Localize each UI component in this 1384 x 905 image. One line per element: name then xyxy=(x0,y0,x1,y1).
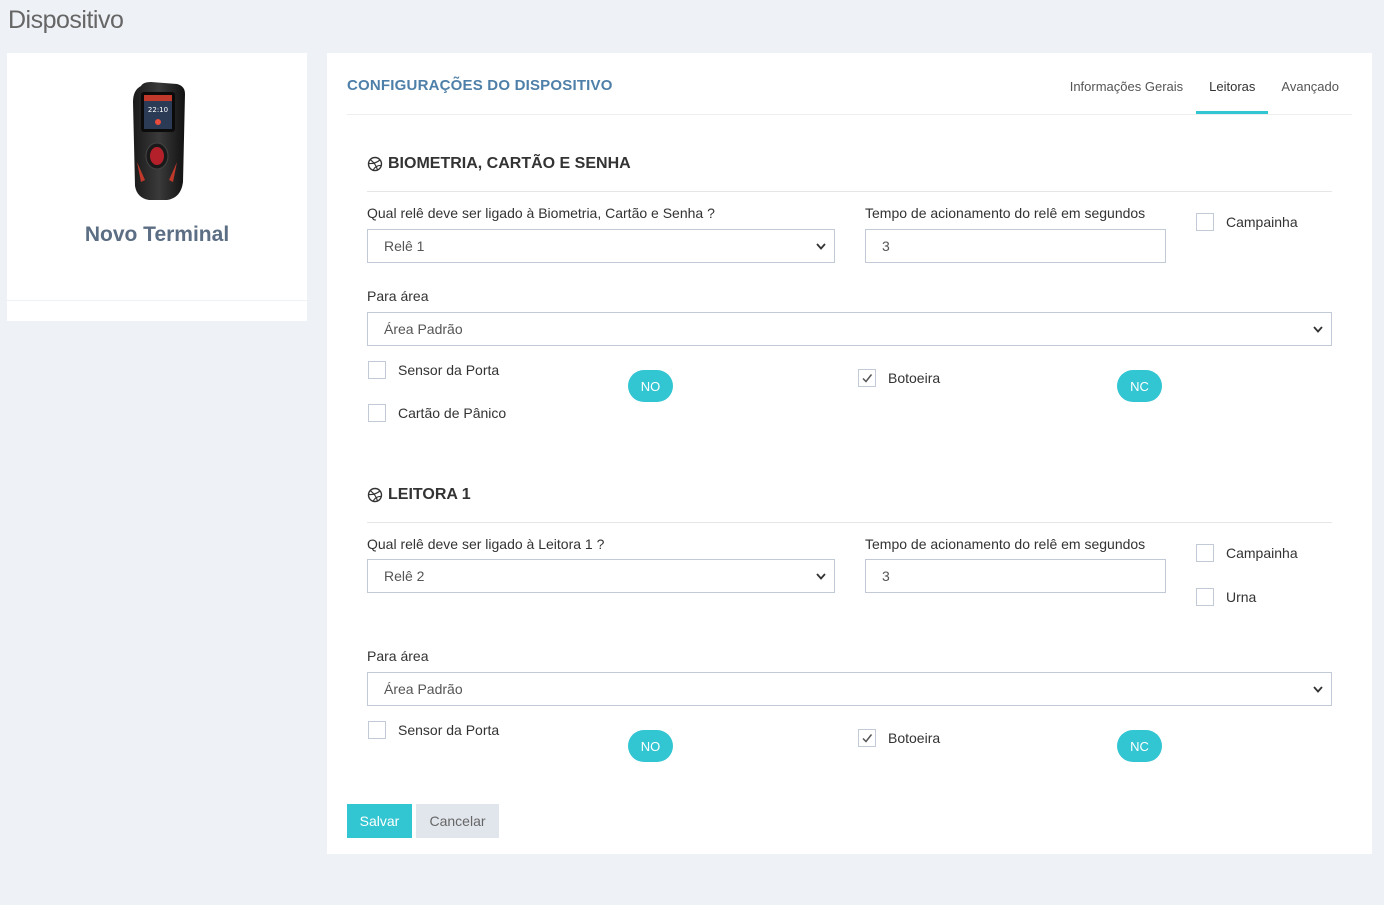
section-title-leitora-1: LEITORA 1 xyxy=(367,486,471,504)
section-title-text: BIOMETRIA, CARTÃO E SENHA xyxy=(388,155,631,172)
divider xyxy=(367,522,1332,523)
checkbox-box[interactable] xyxy=(1196,213,1214,231)
area-label: Para área xyxy=(367,288,429,304)
panel-title: CONFIGURAÇÕES DO DISPOSITIVO xyxy=(347,77,613,94)
tab-avancado[interactable]: Avançado xyxy=(1268,71,1352,114)
sensor-porta-label: Sensor da Porta xyxy=(398,722,500,738)
divider xyxy=(347,114,1352,115)
dribbble-icon xyxy=(367,487,383,503)
botoeira-label: Botoeira xyxy=(888,730,941,746)
relay-select[interactable]: Relê 2 xyxy=(367,559,835,593)
area-select[interactable]: Área Padrão xyxy=(367,312,1332,346)
divider xyxy=(7,300,307,301)
time-label: Tempo de acionamento do relê em segundos xyxy=(865,205,1146,221)
dribbble-icon xyxy=(367,156,383,172)
time-input[interactable]: 3 xyxy=(865,229,1166,263)
relay-select-value: Relê 1 xyxy=(384,238,425,254)
area-select[interactable]: Área Padrão xyxy=(367,672,1332,706)
chevron-down-icon xyxy=(1313,326,1323,333)
time-label: Tempo de acionamento do relê em segundos xyxy=(865,536,1146,552)
campainha-checkbox[interactable]: Campainha xyxy=(1196,544,1298,562)
tab-bar: Informações Gerais Leitoras Avançado xyxy=(1057,71,1352,114)
divider xyxy=(367,191,1332,192)
time-input-value: 3 xyxy=(882,238,890,254)
checkbox-box[interactable] xyxy=(368,361,386,379)
botoeira-mode-toggle[interactable]: NC xyxy=(1117,730,1162,762)
relay-select-value: Relê 2 xyxy=(384,568,425,584)
tab-informacoes-gerais[interactable]: Informações Gerais xyxy=(1057,71,1196,114)
area-label: Para área xyxy=(367,648,429,664)
sensor-mode-toggle[interactable]: NO xyxy=(628,370,673,402)
page-title: Dispositivo xyxy=(8,6,124,34)
cartao-panico-checkbox[interactable]: Cartão de Pânico xyxy=(368,404,506,422)
check-icon xyxy=(862,374,873,383)
checkbox-box[interactable] xyxy=(858,369,876,387)
section-title-biometria: BIOMETRIA, CARTÃO E SENHA xyxy=(367,155,631,173)
campainha-label: Campainha xyxy=(1226,214,1298,230)
checkbox-box[interactable] xyxy=(368,721,386,739)
time-input-value: 3 xyxy=(882,568,890,584)
sensor-porta-label: Sensor da Porta xyxy=(398,362,500,378)
area-select-value: Área Padrão xyxy=(384,321,463,337)
device-image: 22:10 xyxy=(133,82,185,200)
cancel-button[interactable]: Cancelar xyxy=(416,804,499,838)
urna-label: Urna xyxy=(1226,589,1257,605)
campainha-label: Campainha xyxy=(1226,545,1298,561)
chevron-down-icon xyxy=(1313,686,1323,693)
botoeira-checkbox[interactable]: Botoeira xyxy=(858,729,940,747)
botoeira-mode-toggle[interactable]: NC xyxy=(1117,370,1162,402)
device-card: 22:10 Novo Terminal xyxy=(7,53,307,321)
checkbox-box[interactable] xyxy=(1196,588,1214,606)
time-input[interactable]: 3 xyxy=(865,559,1166,593)
sensor-porta-checkbox[interactable]: Sensor da Porta xyxy=(368,721,499,739)
botoeira-label: Botoeira xyxy=(888,370,941,386)
botoeira-checkbox[interactable]: Botoeira xyxy=(858,369,940,387)
device-name: Novo Terminal xyxy=(84,223,230,246)
relay-select[interactable]: Relê 1 xyxy=(367,229,835,263)
save-button[interactable]: Salvar xyxy=(347,804,412,838)
relay-label: Qual relê deve ser ligado à Biometria, C… xyxy=(367,205,715,221)
campainha-checkbox[interactable]: Campainha xyxy=(1196,213,1298,231)
device-config-panel: CONFIGURAÇÕES DO DISPOSITIVO Informações… xyxy=(327,53,1372,854)
cartao-panico-label: Cartão de Pânico xyxy=(398,405,507,421)
relay-label: Qual relê deve ser ligado à Leitora 1 ? xyxy=(367,536,605,552)
chevron-down-icon xyxy=(816,573,826,580)
area-select-value: Área Padrão xyxy=(384,681,463,697)
checkbox-box[interactable] xyxy=(368,404,386,422)
sensor-porta-checkbox[interactable]: Sensor da Porta xyxy=(368,361,499,379)
section-title-text: LEITORA 1 xyxy=(388,486,471,503)
tab-leitoras[interactable]: Leitoras xyxy=(1196,71,1269,114)
checkbox-box[interactable] xyxy=(1196,544,1214,562)
checkbox-box[interactable] xyxy=(858,729,876,747)
check-icon xyxy=(862,734,873,743)
sensor-mode-toggle[interactable]: NO xyxy=(628,730,673,762)
device-screen-time: 22:10 xyxy=(148,106,168,114)
urna-checkbox[interactable]: Urna xyxy=(1196,588,1256,606)
chevron-down-icon xyxy=(816,243,826,250)
